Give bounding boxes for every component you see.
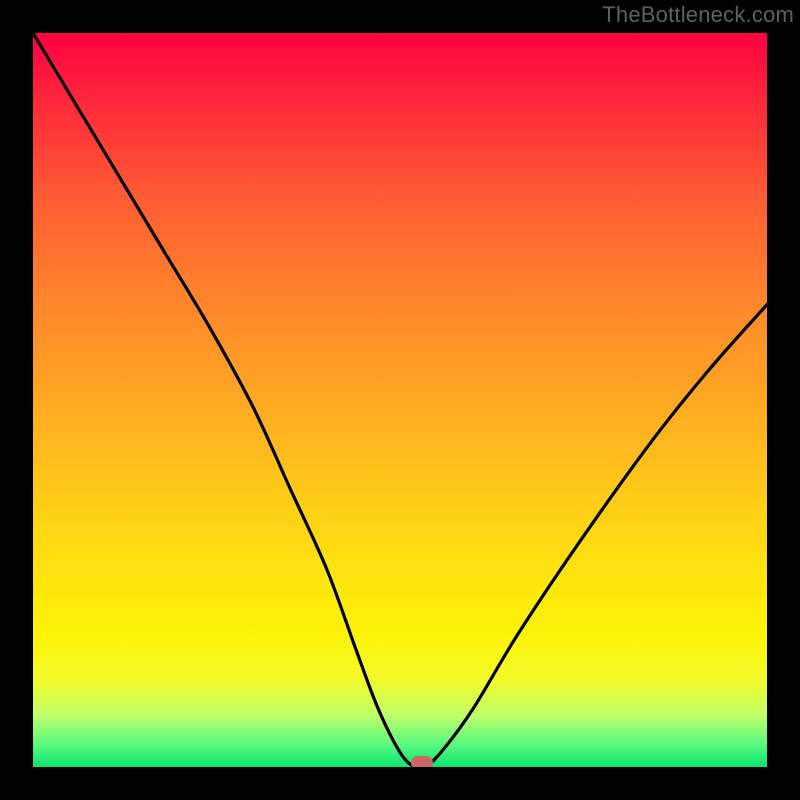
chart-plot-area	[33, 33, 767, 767]
watermark-text: TheBottleneck.com	[602, 2, 794, 28]
bottleneck-marker	[411, 756, 433, 767]
bottleneck-curve	[33, 33, 767, 767]
